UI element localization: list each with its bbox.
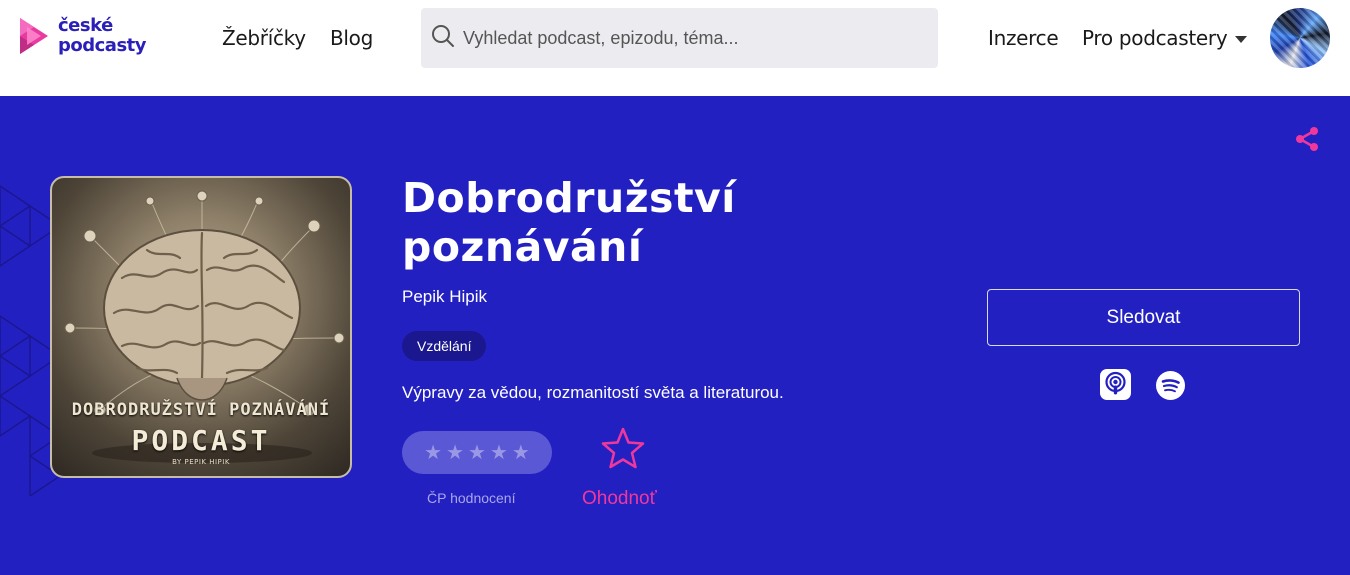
- for-podcasters-label: Pro podcastery: [1082, 26, 1228, 50]
- rate-star-icon[interactable]: [600, 426, 646, 475]
- search-icon[interactable]: [431, 24, 455, 53]
- podcast-author[interactable]: Pepik Hipik: [402, 287, 487, 307]
- star-icon: ★: [489, 441, 508, 464]
- star-icon: ★: [424, 441, 443, 464]
- share-icon[interactable]: [1294, 126, 1320, 157]
- top-navigation: české podcasty Žebříčky Blog Inzerce Pro…: [0, 0, 1350, 96]
- rating-stars: ★ ★ ★ ★ ★: [402, 431, 552, 474]
- search-bar: [421, 8, 938, 68]
- spotify-icon[interactable]: [1156, 371, 1185, 400]
- site-logo[interactable]: české podcasty: [18, 15, 147, 56]
- rating-label: ČP hodnocení: [427, 490, 516, 506]
- cover-title-line2: PODCAST: [131, 424, 271, 457]
- user-avatar[interactable]: [1270, 8, 1330, 68]
- chevron-down-icon: [1235, 35, 1248, 43]
- logo-text-line2: podcasty: [58, 35, 147, 56]
- logo-text-line1: české: [58, 15, 113, 36]
- category-tag[interactable]: Vzdělání: [402, 331, 487, 361]
- play-triangles-logo-icon: [18, 16, 50, 56]
- star-icon: ★: [468, 441, 486, 464]
- apple-podcasts-icon[interactable]: [1100, 369, 1131, 400]
- search-input[interactable]: [463, 27, 923, 49]
- for-podcasters-dropdown[interactable]: Pro podcastery: [1082, 26, 1248, 50]
- podcast-hero: DOBRODRUŽSTVÍ POZNÁVÁNÍ PODCAST BY PEPIK…: [0, 96, 1350, 575]
- nav-link-ads[interactable]: Inzerce: [988, 26, 1059, 50]
- cover-byline: BY PEPIK HIPIK: [172, 458, 230, 466]
- star-icon: ★: [446, 441, 465, 464]
- rate-button[interactable]: Ohodnoť: [582, 488, 657, 510]
- nav-link-charts[interactable]: Žebříčky: [222, 26, 306, 50]
- nav-link-blog[interactable]: Blog: [330, 26, 373, 50]
- podcast-title: Dobrodružství poznávání: [402, 174, 736, 271]
- follow-button[interactable]: Sledovat: [987, 289, 1300, 346]
- podcast-description: Výpravy za vědou, rozmanitostí světa a l…: [402, 383, 784, 402]
- cover-title-line1: DOBRODRUŽSTVÍ POZNÁVÁNÍ: [71, 400, 331, 420]
- star-icon: ★: [511, 441, 530, 464]
- podcast-cover-image: DOBRODRUŽSTVÍ POZNÁVÁNÍ PODCAST BY PEPIK…: [50, 176, 352, 478]
